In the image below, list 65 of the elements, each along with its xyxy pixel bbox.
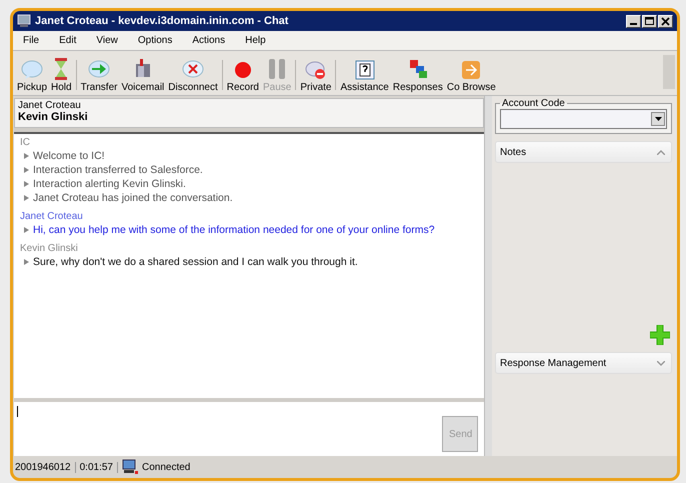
connection-status: Connected — [142, 462, 190, 472]
notes-header[interactable]: Notes — [495, 141, 672, 163]
splitter-handle[interactable] — [14, 128, 484, 132]
computer-icon — [17, 14, 31, 28]
local-party-name: Kevin Glinski — [18, 111, 89, 123]
bullet-icon — [24, 167, 29, 173]
help-document-icon — [354, 60, 375, 80]
minimize-icon — [630, 23, 637, 25]
hold-button[interactable]: Hold — [49, 58, 74, 93]
cobrowse-button[interactable]: Co Browse — [444, 60, 498, 93]
chat-message: Janet Croteau has joined the conversation. — [33, 191, 233, 205]
menu-item[interactable]: Options — [128, 35, 182, 46]
maximize-icon — [645, 16, 654, 26]
account-code-label: Account Code — [501, 98, 566, 109]
response-management-header[interactable]: Response Management — [495, 352, 672, 374]
call-duration: 0:01:57 — [80, 462, 118, 472]
dropdown-arrow-icon — [654, 117, 662, 121]
private-button[interactable]: Private — [298, 60, 334, 93]
close-button[interactable] — [658, 14, 673, 28]
window-title: Janet Croteau - kevdev.i3domain.inin.com - Chat — [35, 15, 290, 27]
responses-button[interactable]: Responses — [390, 58, 445, 93]
pause-icon — [267, 58, 288, 80]
chevron-icon — [657, 360, 665, 366]
maximize-button[interactable] — [642, 14, 657, 28]
transfer-button[interactable]: Transfer — [78, 60, 120, 93]
voicemail-button[interactable]: Voicemail — [119, 58, 166, 93]
menu-item[interactable]: Actions — [182, 35, 236, 46]
speech-bubble-icon — [21, 60, 43, 80]
menu-item[interactable]: Edit — [49, 35, 86, 46]
close-icon — [661, 16, 670, 26]
chat-message: Interaction alerting Kevin Glinski. — [33, 177, 186, 191]
account-code-dropdown[interactable] — [500, 109, 667, 129]
disconnect-button[interactable]: Disconnect — [166, 60, 220, 93]
bullet-icon — [24, 181, 29, 187]
hourglass-icon — [54, 58, 68, 80]
bullet-icon — [24, 195, 29, 201]
splitter-handle[interactable] — [14, 398, 484, 402]
minimize-button[interactable] — [626, 14, 641, 28]
menu-item[interactable]: View — [86, 35, 128, 46]
chat-message: Hi, can you help me with some of the information needed for one of your online forms? — [33, 223, 435, 237]
chat-message: Sure, why don't we do a shared session and I can walk you through it. — [33, 255, 358, 269]
sender-name: IC — [20, 136, 31, 149]
menu-item[interactable]: File — [13, 35, 50, 46]
sender-name: Kevin Glinski — [20, 242, 79, 255]
chat-message: Interaction transferred to Salesforce. — [33, 163, 203, 177]
chat-message: Welcome to IC! — [33, 149, 105, 163]
arrow-bubble-icon — [88, 60, 110, 80]
sender-name: Janet Croteau — [20, 210, 84, 223]
record-button[interactable]: Record — [224, 60, 261, 93]
chevron-icon — [657, 150, 665, 154]
private-bubble-icon — [304, 60, 327, 80]
assistance-button[interactable]: Assistance — [338, 60, 391, 93]
plus-icon[interactable] — [650, 325, 670, 345]
x-bubble-icon — [182, 60, 204, 80]
record-icon — [232, 60, 253, 80]
pickup-button[interactable]: Pickup — [15, 60, 50, 93]
bullet-icon — [24, 227, 29, 233]
remote-party-name: Janet Croteau — [18, 100, 82, 111]
bullet-icon — [24, 259, 29, 265]
menu-item[interactable]: Help — [235, 35, 276, 46]
computer-icon — [122, 459, 138, 475]
bullet-icon — [24, 153, 29, 159]
vertical-splitter[interactable] — [484, 96, 492, 456]
interaction-id: 2001946012 — [15, 462, 76, 472]
cobrowse-icon — [461, 60, 482, 80]
